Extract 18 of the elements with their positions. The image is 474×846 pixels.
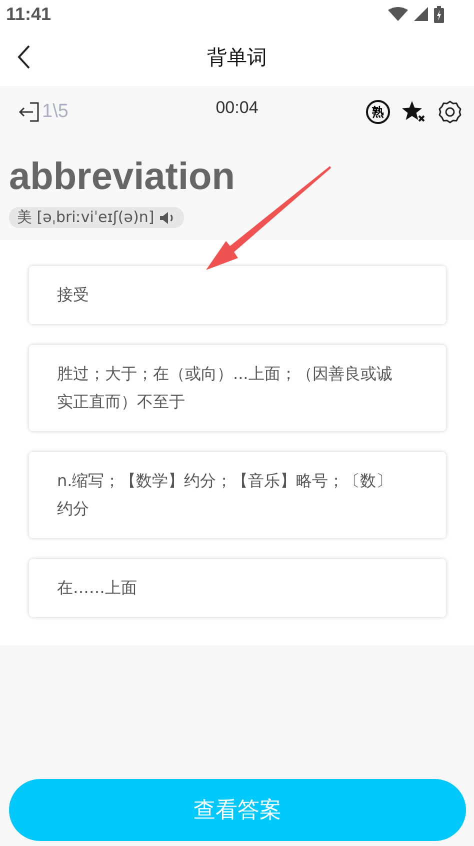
page-title: 背单词 [207, 44, 267, 70]
answer-option[interactable]: 接受 [29, 266, 446, 324]
familiar-button[interactable]: 熟 [366, 100, 390, 124]
settings-icon[interactable] [438, 100, 462, 124]
timer: 00:04 [216, 98, 258, 118]
answer-option[interactable]: n.缩写；【数学】约分；【音乐】略号；〔数〕约分 [29, 452, 446, 538]
battery-icon [434, 6, 444, 22]
progress-count: 1\5 [42, 101, 68, 123]
status-time: 11:41 [6, 4, 52, 24]
star-remove-icon[interactable] [402, 101, 426, 123]
answer-option[interactable]: 胜过；大于；在（或向）...上面；（因善良或诚实正直而）不至于 [29, 345, 446, 431]
word-text: abbreviation [8, 156, 236, 199]
wifi-icon [388, 7, 408, 21]
exit-icon[interactable] [18, 102, 40, 122]
answer-option[interactable]: 在……上面 [29, 559, 446, 617]
back-icon[interactable] [17, 45, 31, 69]
phonetic-pill[interactable]: 美 [əˌbriːviˈeɪʃ(ə)n] [9, 207, 184, 228]
signal-icon [414, 7, 428, 21]
